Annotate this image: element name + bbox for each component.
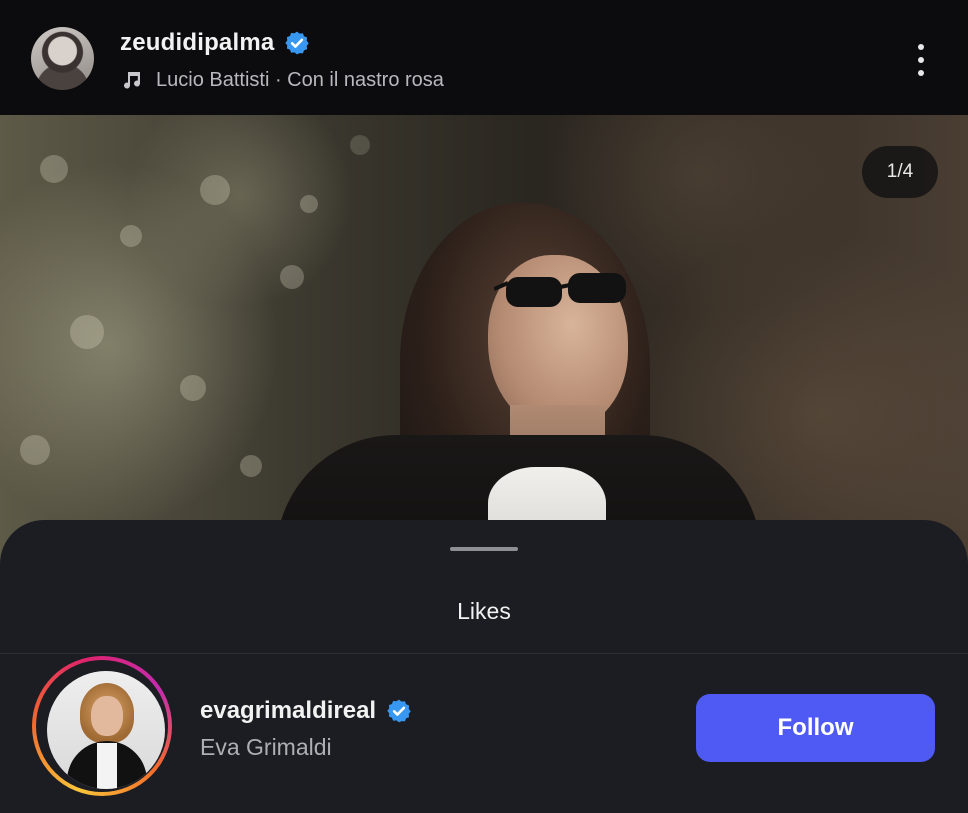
bokeh-light: [20, 435, 50, 465]
music-track-text: Lucio Battisti · Con il nastro rosa: [156, 68, 444, 91]
header-username-row: zeudidipalma: [120, 27, 310, 59]
music-note-icon: [124, 72, 140, 89]
bokeh-light: [240, 455, 262, 477]
profile-avatar[interactable]: [31, 27, 94, 90]
music-row[interactable]: Lucio Battisti · Con il nastro rosa: [120, 66, 444, 94]
sheet-drag-handle[interactable]: [450, 547, 518, 551]
story-ring[interactable]: [32, 656, 172, 796]
avatar-shirt: [97, 743, 117, 789]
verified-badge-icon: [387, 699, 411, 723]
liker-username-row: evagrimaldireal: [200, 694, 412, 728]
verified-badge-icon: [285, 31, 310, 55]
bokeh-light: [120, 225, 142, 247]
avatar: [47, 671, 165, 789]
follow-button[interactable]: Follow: [696, 694, 935, 762]
list-item[interactable]: evagrimaldireal Eva Grimaldi Follow: [0, 654, 968, 813]
bokeh-light: [350, 135, 370, 155]
bokeh-light: [300, 195, 318, 213]
more-vertical-icon[interactable]: [908, 40, 934, 80]
story-ring-gap: [36, 660, 168, 792]
bokeh-light: [40, 155, 68, 183]
header-username[interactable]: zeudidipalma: [120, 29, 274, 57]
likes-title: Likes: [457, 598, 511, 624]
bokeh-light: [200, 175, 230, 205]
post-header: zeudidipalma Lucio Battisti · Con il nas…: [0, 0, 968, 115]
bokeh-light: [70, 315, 104, 349]
bokeh-light: [280, 265, 304, 289]
sunglasses: [494, 273, 626, 307]
likes-sheet: Likes evagrimaldireal Eva Grimaldi Follo…: [0, 520, 968, 813]
liker-username[interactable]: evagrimaldireal: [200, 697, 376, 725]
liker-full-name: Eva Grimaldi: [200, 734, 332, 760]
avatar-face: [91, 696, 123, 736]
page-counter: 1/4: [862, 146, 938, 198]
bokeh-light: [180, 375, 206, 401]
